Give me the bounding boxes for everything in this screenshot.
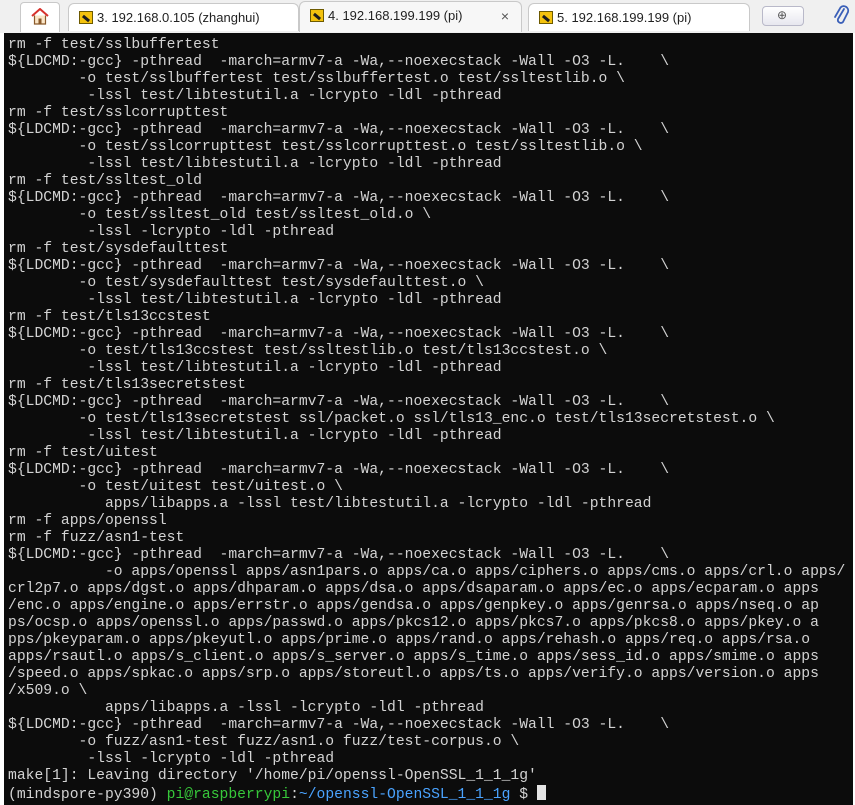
tab-bar: 3. 192.168.0.105 (zhanghui) 4. 192.168.1… <box>0 0 855 33</box>
tab-session-3[interactable]: 3. 192.168.0.105 (zhanghui) <box>68 3 299 31</box>
tab-session-5[interactable]: 5. 192.168.199.199 (pi) <box>528 3 750 31</box>
terminal-tab-icon <box>539 11 553 24</box>
paperclip-icon[interactable] <box>832 3 850 27</box>
home-tab[interactable] <box>20 2 60 32</box>
prompt-path: ~/openssl-OpenSSL_1_1_1g <box>298 787 511 803</box>
new-tab-button[interactable]: ⊕ <box>762 6 804 26</box>
terminal-output: rm -f test/sslbuffertest ${LDCMD:-gcc} -… <box>8 37 846 784</box>
prompt-separator: : <box>290 787 299 803</box>
terminal-cursor <box>536 785 546 800</box>
tab-session-4[interactable]: 4. 192.168.199.199 (pi) × <box>299 1 522 32</box>
new-tab-icon: ⊕ <box>777 8 788 22</box>
prompt-user-host: pi@raspberrypi <box>166 787 291 803</box>
prompt-env: (mindspore-py390) <box>8 787 167 803</box>
terminal-tab-icon <box>79 11 93 24</box>
home-icon <box>31 8 49 25</box>
tab-label: 4. 192.168.199.199 (pi) <box>328 8 463 23</box>
tab-label: 5. 192.168.199.199 (pi) <box>557 10 692 25</box>
close-icon[interactable]: × <box>501 2 509 30</box>
terminal-tab-icon <box>310 9 324 22</box>
terminal-window[interactable]: rm -f test/sslbuffertest ${LDCMD:-gcc} -… <box>4 33 853 805</box>
prompt-symbol: $ <box>510 787 537 803</box>
tab-label: 3. 192.168.0.105 (zhanghui) <box>97 10 260 25</box>
